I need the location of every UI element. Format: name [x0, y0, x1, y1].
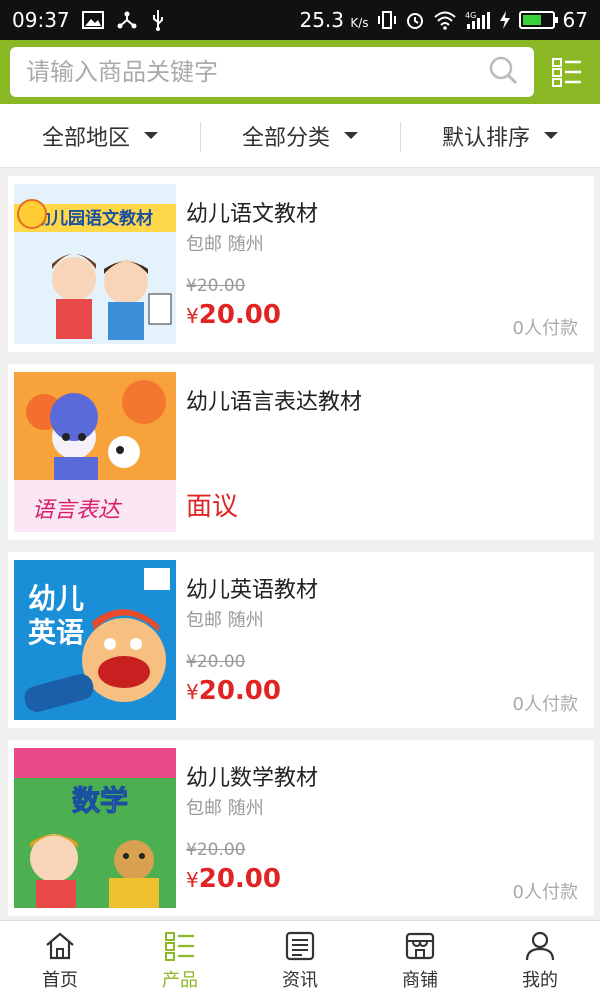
battery-icon: [518, 11, 558, 29]
alarm-icon: [405, 9, 425, 31]
search-box[interactable]: [10, 47, 534, 97]
image-icon: [81, 9, 104, 31]
svg-text:数学: 数学: [72, 784, 128, 817]
wifi-icon: [433, 9, 457, 31]
product-title[interactable]: 幼儿语文教材: [186, 196, 318, 228]
filter-sort[interactable]: 默认排序: [400, 104, 600, 167]
nav-products[interactable]: 产品: [120, 921, 240, 1000]
nav-home-label: 首页: [42, 969, 78, 991]
search-header: [0, 40, 600, 104]
caret-down-icon: [144, 132, 158, 139]
product-title[interactable]: 幼儿语言表达教材: [186, 384, 362, 416]
search-input[interactable]: [26, 58, 488, 86]
search-icon[interactable]: [488, 55, 518, 89]
product-thumbnail[interactable]: 语言表达: [14, 372, 176, 532]
nav-store[interactable]: 商铺: [360, 921, 480, 1000]
product-card[interactable]: 幼儿园语文教材 幼儿语文教材 包邮 随州 ¥20.00 ¥20.00 0人付款: [8, 176, 594, 352]
product-paid-count: 0人付款: [512, 694, 578, 715]
product-old-price: ¥20.00: [186, 652, 246, 672]
product-meta: 包邮 随州: [186, 234, 264, 255]
nav-news[interactable]: 资讯: [240, 921, 360, 1000]
product-title[interactable]: 幼儿英语教材: [186, 572, 318, 604]
product-old-price: ¥20.00: [186, 840, 246, 860]
product-paid-count: 0人付款: [512, 318, 578, 339]
svg-text:4G: 4G: [465, 11, 476, 20]
charging-icon: [499, 9, 511, 31]
product-old-price: ¥20.00: [186, 276, 246, 296]
svg-text:幼儿园语文教材: 幼儿园语文教材: [34, 208, 153, 229]
product-paid-count: 0人付款: [512, 882, 578, 903]
signal-icon: 4G: [465, 9, 491, 31]
svg-text:幼儿: 幼儿: [28, 582, 84, 615]
svg-text:英语: 英语: [28, 616, 84, 649]
product-meta: 包邮 随州: [186, 610, 264, 631]
share-icon: [116, 9, 138, 31]
grid-list-icon: [552, 58, 581, 87]
nav-me-label: 我的: [522, 969, 558, 991]
filter-category[interactable]: 全部分类: [200, 104, 400, 167]
caret-down-icon: [344, 132, 358, 139]
product-card[interactable]: 数学 幼儿数学教材 包邮 随州 ¥20.00 ¥20.00 0人付款: [8, 740, 594, 916]
user-icon: [524, 930, 556, 962]
product-thumbnail[interactable]: 幼儿园语文教材: [14, 184, 176, 344]
list-icon: [164, 930, 196, 962]
battery-level: 67: [562, 8, 588, 32]
filter-bar: 全部地区 全部分类 默认排序: [0, 104, 600, 168]
svg-text:语言表达: 语言表达: [32, 498, 123, 523]
status-time: 09:37: [12, 8, 70, 32]
news-icon: [284, 930, 316, 962]
product-title[interactable]: 幼儿数学教材: [186, 760, 318, 792]
bottom-nav: 首页 产品 资讯 商铺 我的: [0, 920, 600, 1000]
product-negotiable-price: 面议: [186, 492, 239, 522]
status-bar: 09:37 25.3 K/s 4G 67: [0, 0, 600, 40]
vibrate-icon: [377, 9, 397, 31]
product-price: ¥20.00: [186, 300, 281, 330]
nav-store-label: 商铺: [402, 969, 438, 991]
home-icon: [44, 930, 76, 962]
filter-sort-label: 默认排序: [441, 125, 530, 151]
filter-region-label: 全部地区: [41, 125, 130, 151]
nav-news-label: 资讯: [282, 969, 318, 991]
product-meta: 包邮 随州: [186, 798, 264, 819]
product-card[interactable]: 语言表达 幼儿语言表达教材 面议: [8, 364, 594, 540]
filter-region[interactable]: 全部地区: [0, 104, 200, 167]
nav-products-label: 产品: [162, 969, 198, 991]
network-speed: 25.3 K/s: [299, 8, 369, 32]
nav-home[interactable]: 首页: [0, 921, 120, 1000]
nav-me[interactable]: 我的: [480, 921, 600, 1000]
product-thumbnail[interactable]: 数学: [14, 748, 176, 908]
filter-category-label: 全部分类: [241, 125, 330, 151]
product-thumbnail[interactable]: 幼儿 英语: [14, 560, 176, 720]
category-menu-button[interactable]: [544, 49, 590, 95]
product-card[interactable]: 幼儿 英语 幼儿英语教材 包邮 随州 ¥20.00 ¥20.00 0人付款: [8, 552, 594, 728]
product-price: ¥20.00: [186, 676, 281, 706]
store-icon: [404, 930, 436, 962]
caret-down-icon: [544, 132, 558, 139]
product-price: ¥20.00: [186, 864, 281, 894]
usb-icon: [150, 9, 166, 31]
